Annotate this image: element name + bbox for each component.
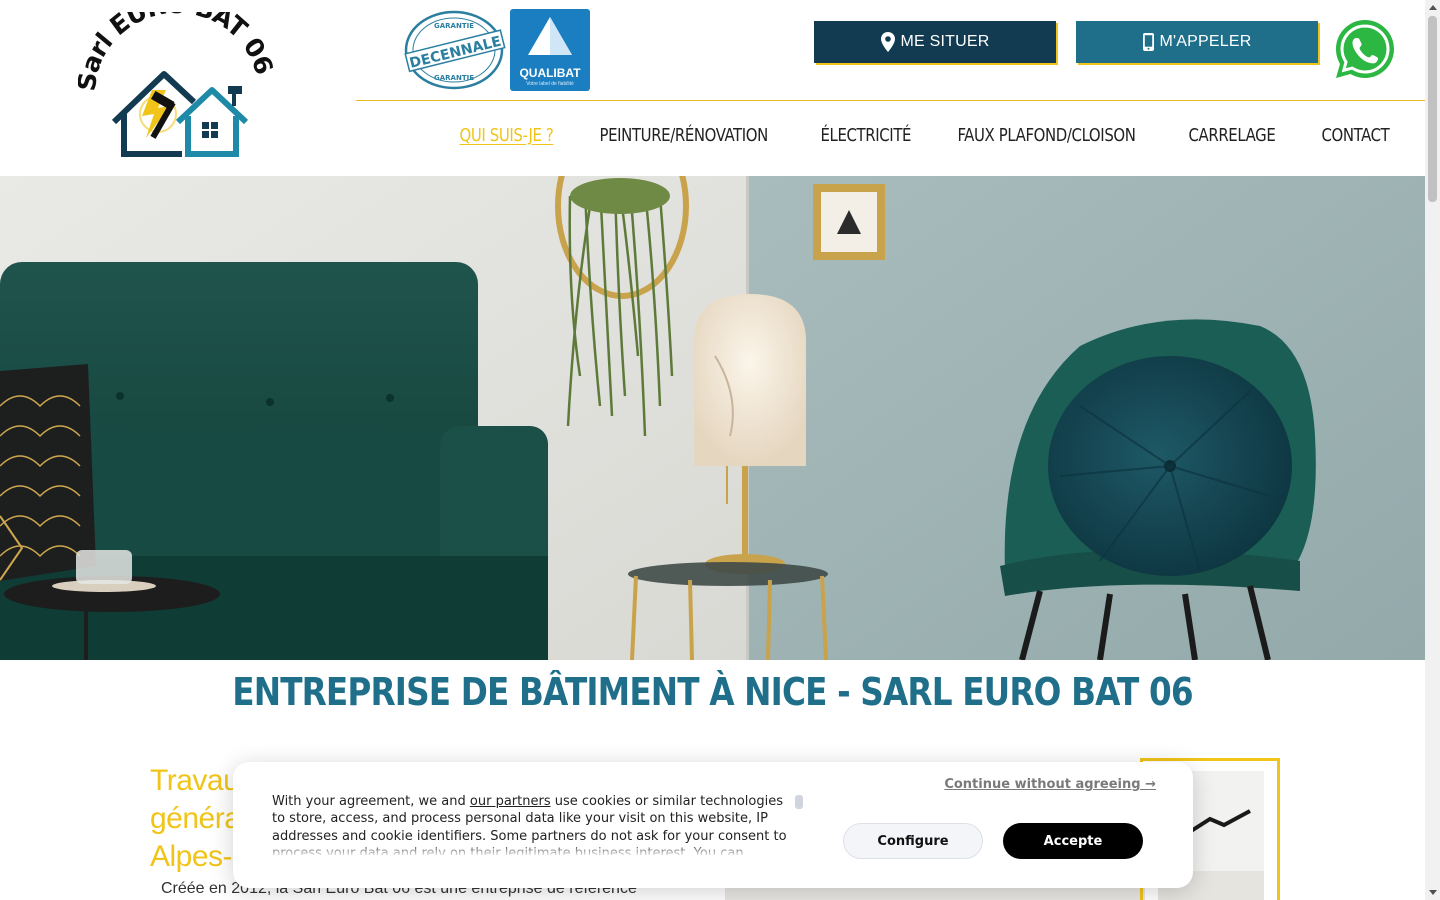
accept-button[interactable]: Accepte	[1003, 823, 1143, 859]
qualibat-subtitle: Votre label de fiabilité	[526, 81, 574, 87]
partners-link[interactable]: our partners	[470, 794, 551, 809]
cookie-text-intro: With your agreement, we and	[272, 794, 470, 809]
section-heading-line: Alpes-	[150, 840, 233, 873]
map-pin-icon	[880, 32, 895, 52]
nav-item-qui-suis-je[interactable]: QUI SUIS-JE ?	[442, 118, 571, 154]
certification-badges: GARANTIE DECENNALE GARANTIE QUALIBAT Vot…	[404, 8, 594, 94]
qualibat-badge: QUALIBAT Votre label de fiabilité	[510, 9, 590, 91]
continue-without-agreeing-link[interactable]: Continue without agreeing →	[944, 777, 1156, 792]
nav-item-peinture-renovation[interactable]: PEINTURE/RÉNOVATION	[582, 118, 785, 154]
locate-me-button[interactable]: ME SITUER	[814, 21, 1056, 63]
svg-text:GARANTIE: GARANTIE	[434, 22, 474, 30]
page-title: ENTREPRISE DE BÂTIMENT À NICE - SARL EUR…	[232, 670, 1193, 714]
scroll-down-arrow-icon[interactable]	[1429, 890, 1437, 895]
site-header: Sarl EURO BAT 06 GARANTIE DECENNALE GAR	[0, 0, 1425, 176]
call-me-button[interactable]: M'APPELER	[1076, 21, 1318, 63]
svg-text:GARANTIE: GARANTIE	[434, 74, 474, 82]
cookie-consent-dialog: Continue without agreeing → With your ag…	[233, 762, 1193, 888]
company-logo[interactable]: Sarl EURO BAT 06	[78, 12, 278, 162]
section-heading-line: généra	[150, 802, 241, 835]
svg-text:Sarl EURO BAT 06: Sarl EURO BAT 06	[78, 12, 278, 93]
locate-me-label: ME SITUER	[900, 33, 990, 50]
main-navigation: QUI SUIS-JE ? PEINTURE/RÉNOVATION ÉLECTR…	[442, 118, 1416, 154]
garantie-decennale-badge: GARANTIE DECENNALE GARANTIE	[404, 10, 506, 90]
configure-button[interactable]: Configure	[843, 823, 983, 859]
section-heading-line: Travau	[150, 764, 240, 797]
qualibat-title: QUALIBAT	[519, 66, 581, 80]
cookie-text-fade	[272, 842, 792, 856]
nav-item-carrelage[interactable]: CARRELAGE	[1171, 118, 1293, 154]
nav-item-faux-plafond-cloison[interactable]: FAUX PLAFOND/CLOISON	[940, 118, 1153, 154]
header-divider	[356, 100, 1425, 101]
scroll-thumb[interactable]	[1428, 16, 1437, 202]
call-me-label: M'APPELER	[1159, 33, 1252, 50]
mobile-phone-icon	[1142, 33, 1154, 51]
scroll-up-arrow-icon[interactable]	[1429, 5, 1437, 10]
section-heading: Travau généra Alpes-	[150, 762, 241, 876]
nav-item-contact[interactable]: CONTACT	[1304, 118, 1407, 154]
cookie-text-scrollbar[interactable]	[795, 795, 803, 809]
hero-image	[0, 176, 1425, 660]
page-scrollbar[interactable]	[1425, 0, 1440, 900]
nav-item-electricite[interactable]: ÉLECTRICITÉ	[803, 118, 929, 154]
whatsapp-icon[interactable]	[1334, 18, 1396, 80]
qualibat-logo-icon	[528, 17, 572, 55]
svg-text:DECENNALE: DECENNALE	[408, 34, 503, 72]
